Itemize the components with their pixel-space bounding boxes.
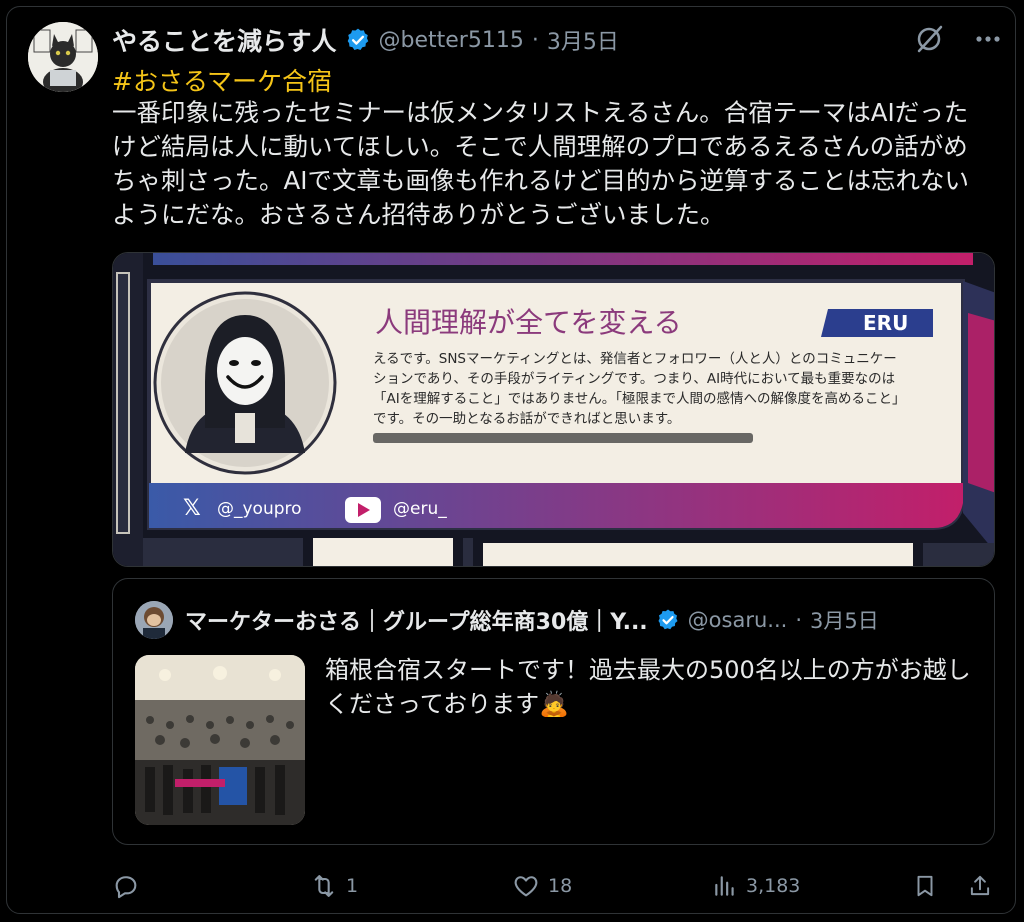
retweet-icon [314, 875, 334, 897]
post-photo[interactable]: 𝕏 人間理解が全てを変える ERU えるです。SNSマーケティングとは、発信者と… [112, 252, 995, 567]
separator: · [531, 27, 539, 53]
photo-x-handle: @_youpro [217, 499, 302, 519]
quoted-author-name[interactable]: マーケターおさる｜グループ総年商30億｜Y... [185, 604, 648, 636]
bookmark-icon [917, 875, 933, 897]
quoted-header: マーケターおさる｜グループ総年商30億｜Y... @osaru... · 3月5… [185, 601, 879, 639]
reply-button[interactable] [112, 866, 148, 906]
quoted-date[interactable]: 3月5日 [810, 605, 879, 635]
separator: · [795, 608, 802, 632]
verified-icon [347, 28, 368, 50]
quoted-text: 箱根合宿スタートです！過去最大の500名以上の方がお越しくださっております🙇 [325, 656, 971, 718]
share-icon [970, 875, 990, 896]
photo-badge: ERU [863, 311, 909, 335]
retweet-count: 1 [346, 875, 359, 897]
quoted-author-avatar[interactable] [135, 601, 173, 639]
author-name[interactable]: やることを減らす人 [112, 22, 337, 58]
reply-icon [115, 876, 137, 899]
photo-headline: 人間理解が全てを変える [375, 306, 682, 339]
action-bar: 1 18 3,183 [112, 866, 997, 906]
like-icon [514, 876, 538, 897]
photo-yt-handle: @eru_ [393, 499, 447, 519]
bookmark-button[interactable] [912, 866, 938, 906]
photo-paragraph: えるです。SNSマーケティングとは、発信者とフォロワー（人と人）とのコミュニケー… [373, 349, 903, 429]
views-icon [715, 876, 734, 896]
svg-text:𝕏: 𝕏 [183, 496, 201, 521]
hashtag-link[interactable]: #おさるマーケ合宿 [112, 62, 332, 98]
view-count: 3,183 [746, 875, 801, 897]
post-header: やることを減らす人 @better5115 · 3月5日 [112, 22, 619, 58]
verified-icon [658, 609, 678, 630]
quoted-post[interactable]: マーケターおさる｜グループ総年商30億｜Y... @osaru... · 3月5… [112, 578, 995, 845]
quoted-handle[interactable]: @osaru... [688, 608, 788, 632]
author-avatar[interactable] [28, 22, 98, 92]
share-button[interactable] [967, 866, 993, 906]
author-handle[interactable]: @better5115 [379, 28, 524, 53]
post-text: 一番印象に残ったセミナーは仮メンタリストえるさん。合宿テーマはAIだったけど結局… [112, 98, 969, 229]
top-actions [914, 24, 1002, 54]
more-icon[interactable] [974, 25, 1002, 53]
like-count: 18 [548, 875, 573, 897]
post-date[interactable]: 3月5日 [547, 24, 619, 56]
grok-icon[interactable] [914, 24, 944, 54]
quoted-photo[interactable] [135, 655, 305, 825]
views-button[interactable]: 3,183 [712, 866, 800, 906]
like-button[interactable]: 18 [512, 866, 572, 906]
retweet-button[interactable]: 1 [310, 866, 358, 906]
